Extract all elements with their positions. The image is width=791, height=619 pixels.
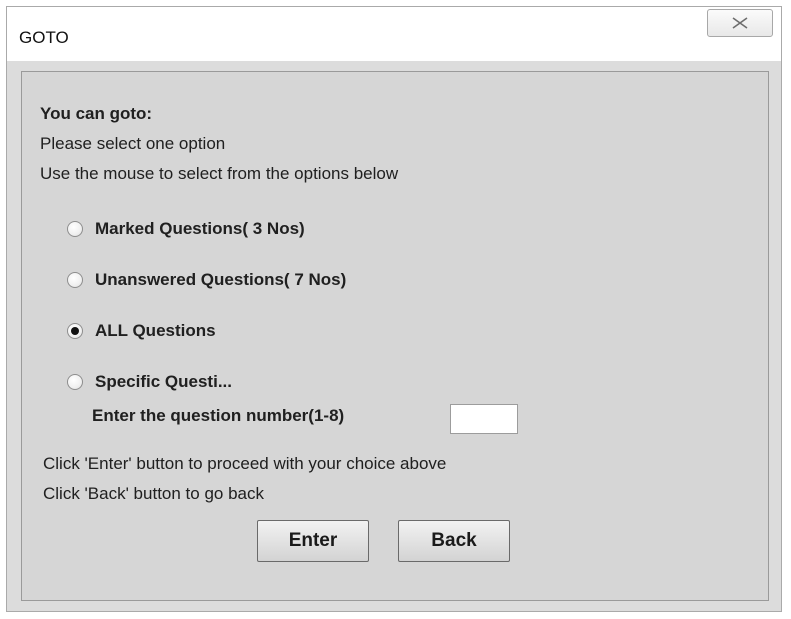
goto-heading: You can goto: (40, 104, 153, 123)
radio-specific-question[interactable] (67, 374, 83, 390)
radio-unanswered-questions[interactable] (67, 272, 83, 288)
radio-marked-questions[interactable] (67, 221, 83, 237)
back-instruction-text: Click 'Back' button to go back (43, 484, 264, 503)
title-bar: GOTO (7, 7, 781, 61)
radio-selected-dot (71, 327, 79, 335)
question-number-input[interactable] (450, 404, 518, 434)
radio-all-questions[interactable] (67, 323, 83, 339)
question-number-prompt: Enter the question number(1-8) (92, 406, 345, 425)
close-button[interactable] (707, 9, 773, 37)
back-button[interactable]: Back (398, 520, 510, 562)
select-option-text: Please select one option (40, 134, 226, 153)
enter-button[interactable]: Enter (257, 520, 369, 562)
enter-instruction-text: Click 'Enter' button to proceed with you… (43, 454, 447, 473)
close-icon (732, 17, 748, 29)
goto-dialog-window: GOTO You can goto: Please select one opt… (6, 6, 782, 612)
option-unanswered-label: Unanswered Questions( 7 Nos) (95, 270, 347, 289)
option-marked-label: Marked Questions( 3 Nos) (95, 219, 305, 238)
option-all-label: ALL Questions (95, 321, 216, 340)
mouse-instruction-text: Use the mouse to select from the options… (40, 164, 399, 183)
window-title: GOTO (19, 28, 69, 47)
dialog-content-panel: You can goto: Please select one option U… (21, 71, 769, 601)
option-specific-label: Specific Questi... (95, 372, 232, 391)
